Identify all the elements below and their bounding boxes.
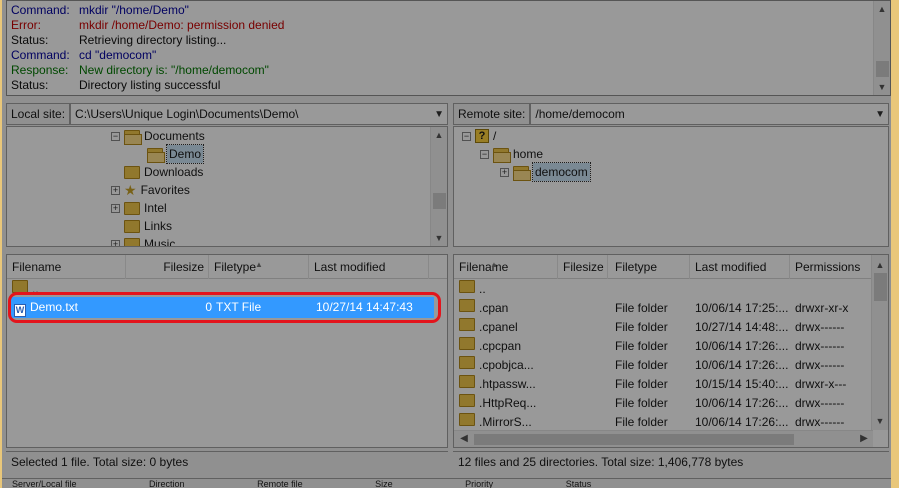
folder-icon — [459, 337, 475, 350]
scroll-right-icon[interactable]: ▶ — [856, 431, 872, 447]
folder-icon — [459, 299, 475, 312]
local-directory-tree: − Documents Demo Downloads + ★ Favorites + I… — [6, 126, 448, 247]
remote-directory-tree: −? / − home + democom — [453, 126, 889, 247]
chevron-down-icon[interactable]: ▼ — [875, 107, 885, 123]
folder-icon — [124, 237, 140, 246]
remote-list-header: Filename ▲ Filesize Filetype Last modifie… — [454, 255, 888, 279]
folder-icon — [459, 413, 475, 426]
log-scrollbar[interactable]: ▲ ▼ — [873, 1, 890, 95]
remote-path-input[interactable]: /home/democom ▼ — [530, 103, 889, 125]
table-row[interactable]: .cpobjca... File folder 10/06/14 17:26:...… — [454, 356, 873, 375]
sort-up-icon: ▲ — [255, 260, 263, 269]
log-line: Status: Directory listing successful — [11, 78, 221, 92]
star-icon: ★ — [124, 182, 137, 198]
remote-site-bar: Remote site: /home/democom ▼ — [453, 102, 889, 126]
folder-icon — [459, 375, 475, 388]
scroll-down-icon[interactable]: ▼ — [874, 79, 890, 95]
log-line: Status: Retrieving directory listing... — [11, 33, 227, 47]
tree-node-root[interactable]: −? / — [462, 127, 496, 145]
tree-node-links[interactable]: Links — [124, 217, 172, 235]
chevron-down-icon[interactable]: ▼ — [434, 107, 444, 123]
expand-icon[interactable]: + — [111, 239, 120, 246]
local-tree-scrollbar[interactable]: ▲ ▼ — [430, 127, 447, 246]
folder-icon — [459, 280, 475, 293]
log-line: Command: cd "democom" — [11, 48, 157, 62]
column-filename[interactable]: Filename — [7, 255, 126, 279]
tree-node-music[interactable]: + Music — [111, 235, 175, 246]
remote-status: 12 files and 25 directories. Total size:… — [453, 451, 889, 471]
scroll-thumb[interactable] — [433, 193, 446, 209]
scroll-up-icon[interactable]: ▲ — [874, 1, 890, 17]
sort-up-icon: ▲ — [490, 260, 498, 269]
collapse-icon[interactable]: − — [480, 149, 489, 159]
tree-node-downloads[interactable]: Downloads — [124, 163, 203, 181]
folder-icon — [124, 201, 140, 215]
folder-icon — [124, 219, 140, 233]
folder-open-icon — [124, 129, 142, 145]
local-list-header: Filename Filesize Filetype ▲ Last modifie… — [7, 255, 447, 279]
tree-node-demo[interactable]: Demo — [147, 144, 205, 164]
scroll-up-icon[interactable]: ▲ — [872, 257, 888, 273]
scroll-up-icon[interactable]: ▲ — [431, 127, 447, 143]
remote-site-label: Remote site: — [453, 103, 531, 125]
column-filesize[interactable]: Filesize — [558, 255, 608, 279]
scroll-left-icon[interactable]: ◀ — [456, 431, 472, 447]
transfer-queue-header: Server/Local file Direction Remote file … — [2, 478, 891, 488]
log-line: Command: mkdir "/home/Demo" — [11, 3, 189, 17]
scroll-down-icon[interactable]: ▼ — [431, 230, 447, 246]
column-filename[interactable]: Filename ▲ — [454, 255, 558, 279]
tree-node-home[interactable]: − home — [480, 145, 543, 163]
local-site-bar: Local site: C:\Users\Unique Login\Docume… — [6, 102, 448, 126]
highlight-annotation-box — [8, 292, 441, 323]
column-permissions[interactable]: Permissions — [790, 255, 872, 279]
folder-open-icon — [147, 147, 165, 163]
table-row[interactable]: .cpan File folder 10/06/14 17:25:... drwxr-… — [454, 299, 873, 318]
table-row[interactable]: .HttpReq... File folder 10/06/14 17:26:...… — [454, 394, 873, 413]
remote-list-scrollbar[interactable]: ▲ ▼ — [871, 255, 888, 430]
local-path-input[interactable]: C:\Users\Unique Login\Documents\Demo\ ▼ — [70, 103, 448, 125]
collapse-icon[interactable]: − — [111, 131, 120, 141]
local-status: Selected 1 file. Total size: 0 bytes — [6, 451, 448, 471]
tree-node-democom[interactable]: + democom — [500, 162, 591, 182]
scroll-down-icon[interactable]: ▼ — [872, 413, 888, 429]
tree-node-favorites[interactable]: + ★ Favorites — [111, 181, 190, 199]
log-line: Response: New directory is: "/home/democo… — [11, 63, 269, 77]
expand-icon[interactable]: + — [500, 167, 509, 177]
message-log: Command: mkdir "/home/Demo" Error: mkdir /… — [6, 0, 891, 96]
scroll-thumb[interactable] — [876, 61, 889, 77]
tree-node-intel[interactable]: + Intel — [111, 199, 167, 217]
column-filesize[interactable]: Filesize — [126, 255, 209, 279]
table-row[interactable]: .cpanel File folder 10/27/14 14:48:... drwx… — [454, 318, 873, 337]
expand-icon[interactable]: + — [111, 185, 120, 195]
table-row[interactable]: .. — [454, 280, 873, 299]
local-file-list: Filename Filesize Filetype ▲ Last modifie… — [6, 254, 448, 448]
table-row[interactable]: .cpcpan File folder 10/06/14 17:26:... drwx… — [454, 337, 873, 356]
folder-open-icon — [493, 147, 511, 163]
expand-icon[interactable]: + — [111, 203, 120, 213]
folder-open-icon — [513, 165, 531, 181]
local-site-label: Local site: — [6, 103, 71, 125]
log-line: Error: mkdir /home/Demo: permission denie… — [11, 18, 285, 32]
column-last-modified[interactable]: Last modified — [309, 255, 429, 279]
remote-file-list: Filename ▲ Filesize Filetype Last modifie… — [453, 254, 889, 448]
column-filetype[interactable]: Filetype — [610, 255, 690, 279]
collapse-icon[interactable]: − — [462, 131, 471, 141]
column-filetype[interactable]: Filetype ▲ — [209, 255, 309, 279]
scroll-thumb[interactable] — [874, 273, 887, 301]
question-folder-icon: ? — [475, 129, 489, 143]
folder-icon — [459, 394, 475, 407]
filezilla-window: Command: mkdir "/home/Demo" Error: mkdir /… — [2, 0, 891, 488]
scroll-thumb[interactable] — [474, 434, 794, 445]
folder-icon — [459, 318, 475, 331]
remote-list-hscrollbar[interactable]: ◀ ▶ — [454, 430, 873, 447]
table-row[interactable]: .htpassw... File folder 10/15/14 15:40:...… — [454, 375, 873, 394]
tree-node-documents[interactable]: − Documents — [111, 127, 205, 145]
folder-icon — [459, 356, 475, 369]
folder-icon — [124, 165, 140, 179]
column-last-modified[interactable]: Last modified — [690, 255, 790, 279]
